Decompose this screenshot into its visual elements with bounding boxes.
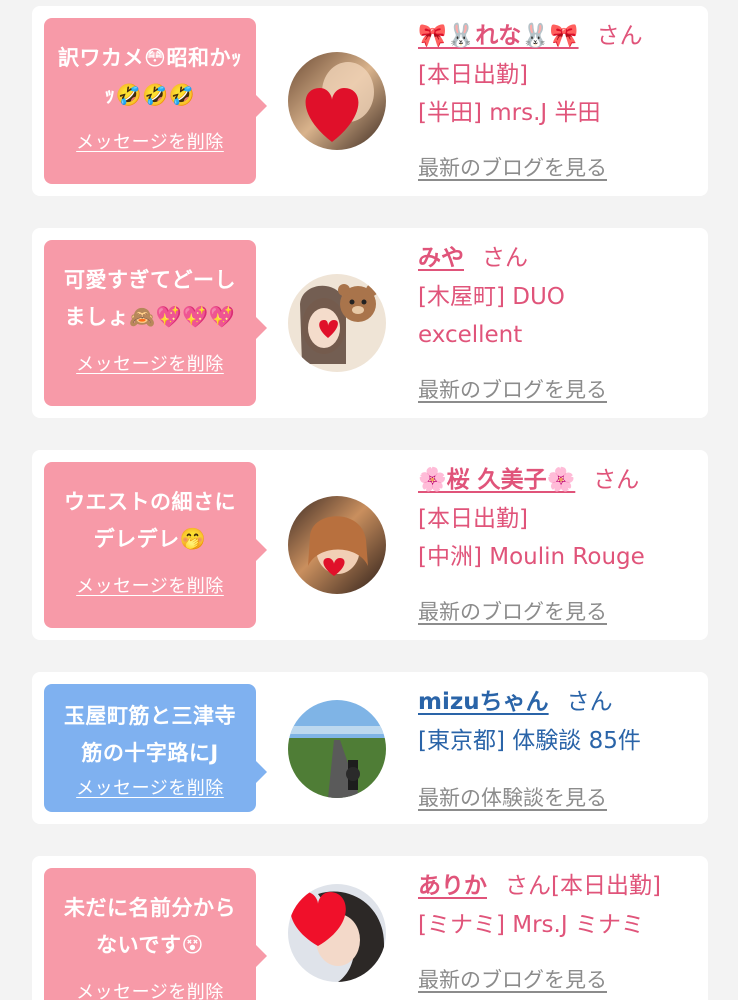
sender-info: mizuちゃん さん [東京都] 体験談 85件 <box>418 682 698 760</box>
message-card: 玉屋町筋と三津寺筋の十字路にJ メッセージを削除 mizuちゃん さん [東京都]… <box>32 672 708 824</box>
latest-blog-link[interactable]: 最新のブログを見る <box>418 596 607 626</box>
sender-name-link[interactable]: mizuちゃん <box>418 689 549 715</box>
sender-detail: [中洲] Moulin Rouge <box>418 544 645 570</box>
sender-detail: [東京都] 体験談 85件 <box>418 728 641 754</box>
latest-blog-link[interactable]: 最新のブログを見る <box>418 152 607 182</box>
avatar[interactable] <box>288 274 386 372</box>
sender-name-link[interactable]: みや <box>418 245 464 271</box>
sender-info: ありか さん[本日出勤] [ミナミ] Mrs.J ミナミ <box>418 866 698 944</box>
message-text: 玉屋町筋と三津寺筋の十字路にJ <box>64 704 236 765</box>
honorific: さん[本日出勤] <box>505 873 661 899</box>
avatar[interactable] <box>288 496 386 594</box>
message-text: 訳ワカメ😳昭和かｯｯ🤣🤣🤣 <box>58 46 242 107</box>
delete-message-link[interactable]: メッセージを削除 <box>44 572 256 598</box>
sender-detail: [本日出勤] <box>418 506 528 532</box>
heart-photo-icon <box>288 496 386 594</box>
message-text: ウエストの細さにデレデレ🤭 <box>64 490 236 551</box>
sender-detail: [ミナミ] Mrs.J ミナミ <box>418 912 644 938</box>
latest-review-link[interactable]: 最新の体験談を見る <box>418 782 607 812</box>
message-bubble: ウエストの細さにデレデレ🤭 メッセージを削除 <box>44 462 267 628</box>
heart-photo-icon <box>288 884 386 982</box>
honorific: さん <box>482 245 528 271</box>
avatar[interactable] <box>288 700 386 798</box>
honorific: さん <box>593 467 640 493</box>
sender-detail: [本日出勤] <box>418 62 528 88</box>
sender-name-link[interactable]: 🌸桜 久美子🌸 <box>418 467 575 493</box>
message-card: 未だに名前分からないです😵 メッセージを削除 ありか さん[本日出勤] [ミナミ]… <box>32 856 708 1000</box>
delete-message-link[interactable]: メッセージを削除 <box>44 128 256 154</box>
message-feed: 訳ワカメ😳昭和かｯｯ🤣🤣🤣 メッセージを削除 🎀🐰れな🐰🎀 さん [本日出勤] … <box>0 0 738 1000</box>
sender-detail: [木屋町] DUO <box>418 284 565 310</box>
avatar[interactable] <box>288 52 386 150</box>
sender-detail: [半田] mrs.J 半田 <box>418 100 601 126</box>
latest-blog-link[interactable]: 最新のブログを見る <box>418 964 607 994</box>
message-bubble: 訳ワカメ😳昭和かｯｯ🤣🤣🤣 メッセージを削除 <box>44 18 267 184</box>
avatar[interactable] <box>288 884 386 982</box>
message-bubble: 未だに名前分からないです😵 メッセージを削除 <box>44 868 267 1000</box>
road-landscape-icon <box>288 700 386 798</box>
message-card: ウエストの細さにデレデレ🤭 メッセージを削除 🌸桜 久美子🌸 さん [本日出勤]… <box>32 450 708 640</box>
message-card: 訳ワカメ😳昭和かｯｯ🤣🤣🤣 メッセージを削除 🎀🐰れな🐰🎀 さん [本日出勤] … <box>32 6 708 196</box>
heart-photo-icon <box>288 52 386 150</box>
delete-message-link[interactable]: メッセージを削除 <box>44 774 256 800</box>
honorific: さん <box>566 689 613 715</box>
delete-message-link[interactable]: メッセージを削除 <box>44 978 256 1000</box>
delete-message-link[interactable]: メッセージを削除 <box>44 350 256 376</box>
bear-sticker-photo-icon <box>288 274 386 372</box>
message-bubble: 可愛すぎてどーしましょ🙈💖💖💖 メッセージを削除 <box>44 240 267 406</box>
sender-info: 🌸桜 久美子🌸 さん [本日出勤] [中洲] Moulin Rouge <box>418 460 698 576</box>
latest-blog-link[interactable]: 最新のブログを見る <box>418 374 607 404</box>
message-bubble: 玉屋町筋と三津寺筋の十字路にJ メッセージを削除 <box>44 684 267 812</box>
sender-name-link[interactable]: ありか <box>418 873 487 899</box>
sender-info: 🎀🐰れな🐰🎀 さん [本日出勤] [半田] mrs.J 半田 <box>418 16 698 132</box>
sender-name-link[interactable]: 🎀🐰れな🐰🎀 <box>418 23 579 49</box>
message-text: 可愛すぎてどーしましょ🙈💖💖💖 <box>64 268 236 329</box>
message-card: 可愛すぎてどーしましょ🙈💖💖💖 メッセージを削除 みや さん [木屋町] DUO… <box>32 228 708 418</box>
message-text: 未だに名前分からないです😵 <box>64 896 236 957</box>
sender-detail: excellent <box>418 322 523 348</box>
honorific: さん <box>596 23 643 49</box>
sender-info: みや さん [木屋町] DUO excellent <box>418 238 698 354</box>
